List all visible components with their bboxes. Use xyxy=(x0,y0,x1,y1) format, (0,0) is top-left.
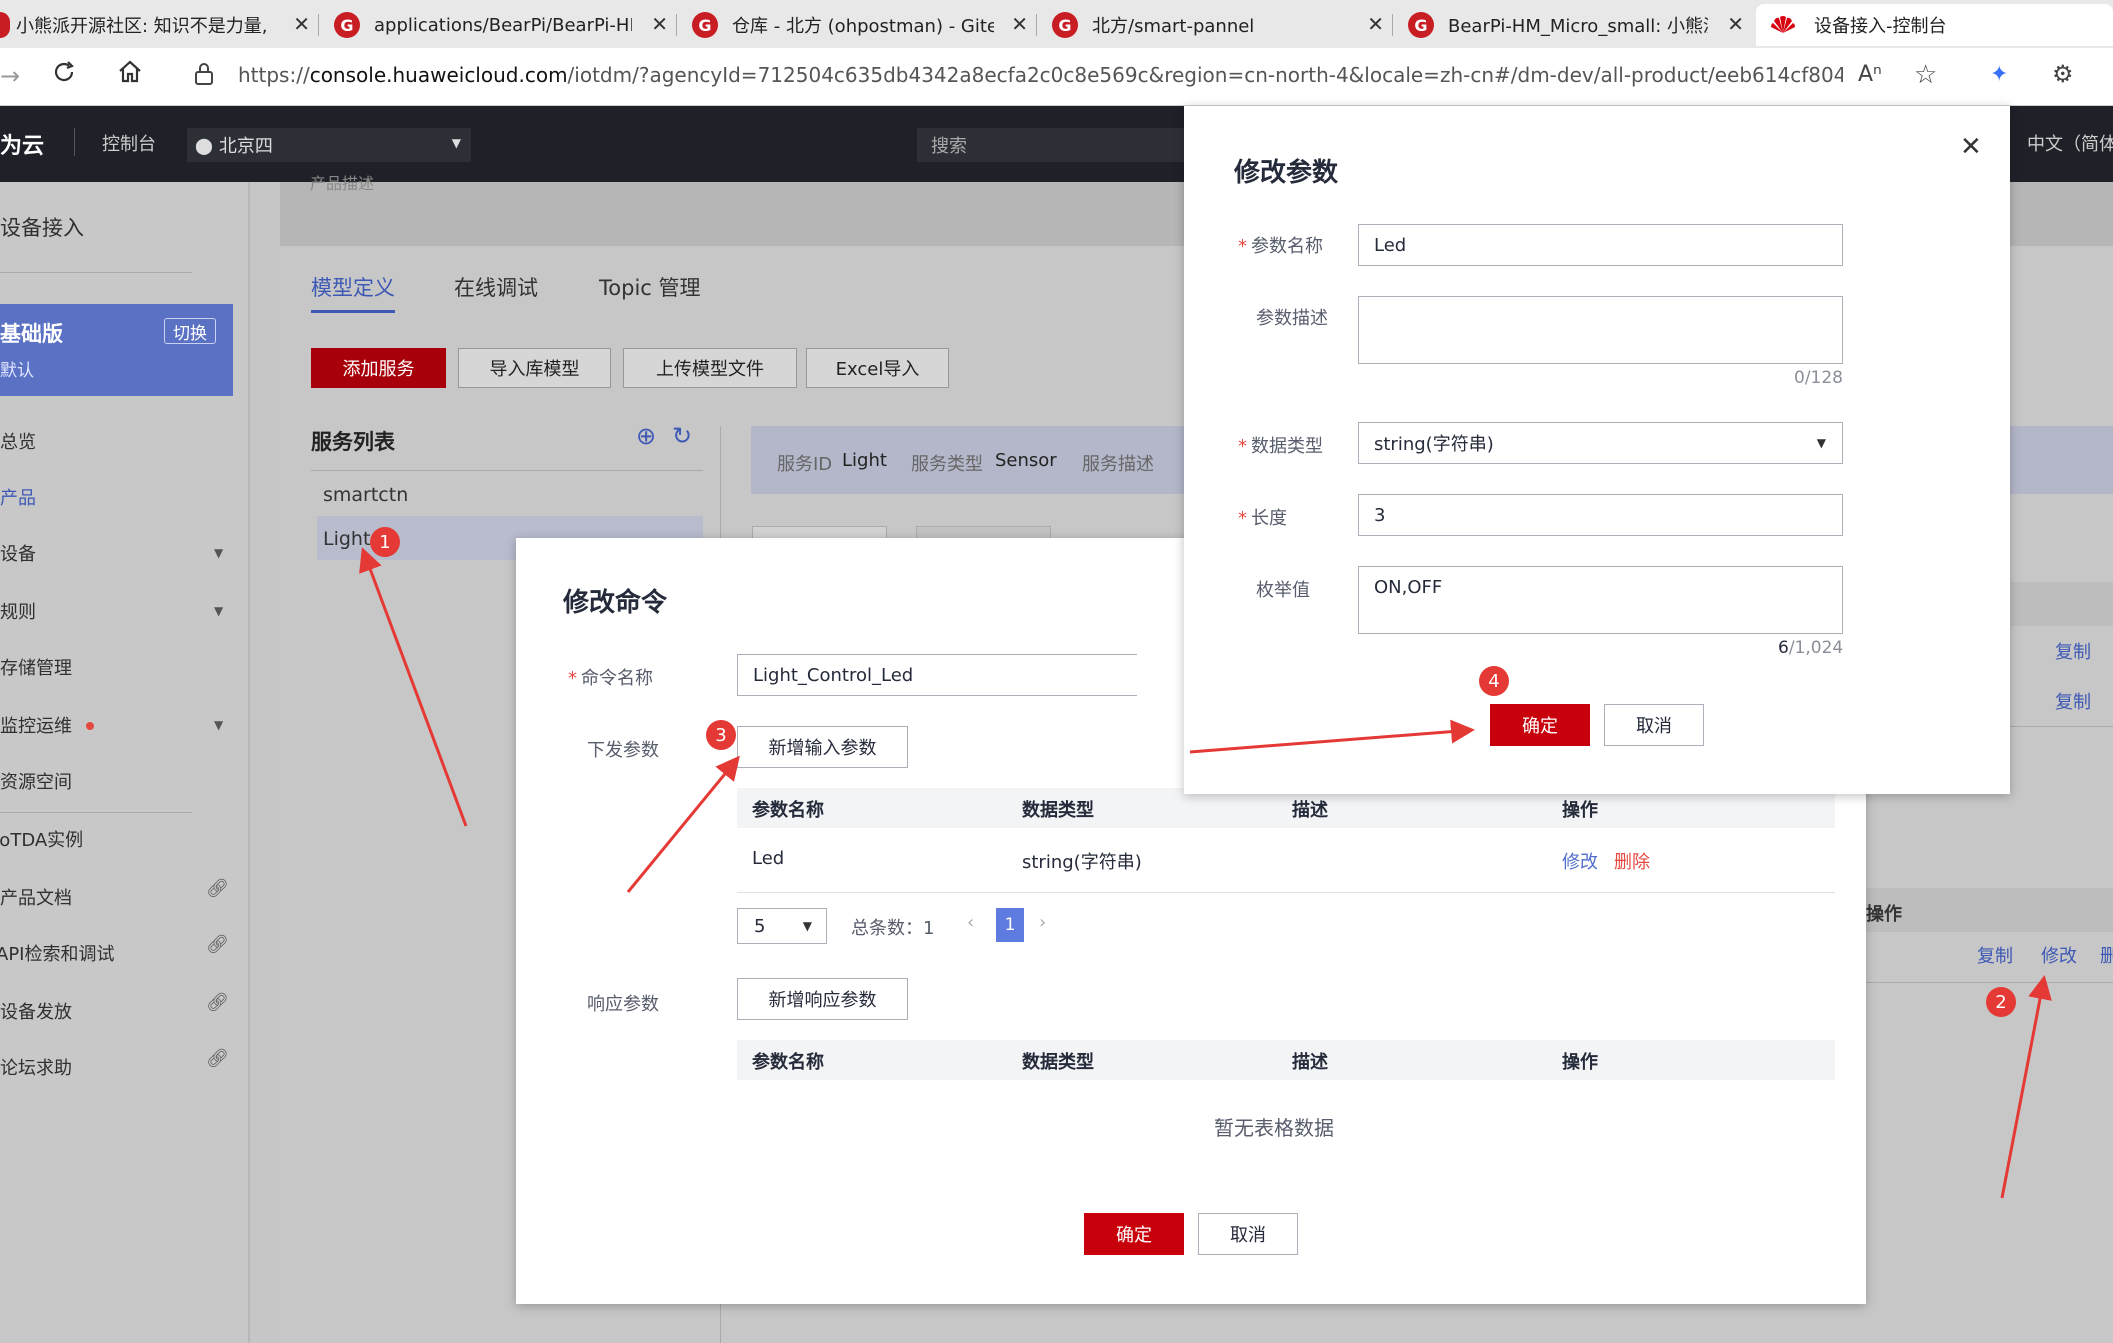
annotation-badge-2: 2 xyxy=(1986,987,2016,1017)
annotation-arrows xyxy=(359,547,2052,1199)
annotation-badge-4: 4 xyxy=(1479,666,1509,696)
annotation-arrow-4 xyxy=(1189,719,1475,754)
page: 小熊派开源社区: 知识不是力量, ✕ G applications/BearPi… xyxy=(0,0,2113,1343)
annotation-badge-3: 3 xyxy=(706,720,736,750)
annotation-badge-1: 1 xyxy=(370,527,400,557)
annotation-arrow-1 xyxy=(359,547,468,827)
annotation-arrow-3 xyxy=(626,755,740,893)
